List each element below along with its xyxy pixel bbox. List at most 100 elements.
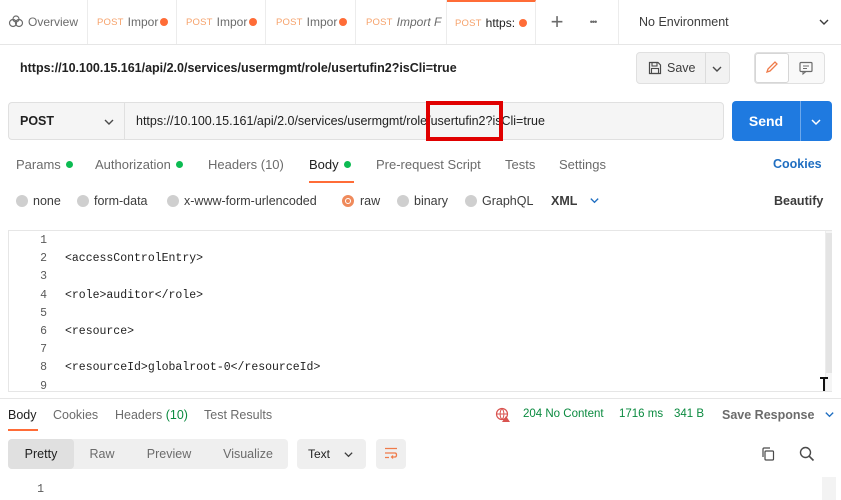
- line-number: 9: [40, 379, 47, 392]
- environment-selector[interactable]: No Environment: [618, 0, 841, 44]
- active-dot-icon: [65, 161, 73, 168]
- tab-method: POST: [276, 16, 303, 28]
- active-dot-icon: [175, 161, 183, 168]
- response-size[interactable]: 341 B: [674, 408, 704, 420]
- text-cursor-icon: [818, 377, 830, 391]
- tab-overview[interactable]: Overview: [0, 0, 88, 44]
- url-input[interactable]: https://10.100.15.161/api/2.0/services/u…: [124, 102, 724, 140]
- globe-warning-icon[interactable]: [495, 407, 511, 426]
- line-number: 7: [40, 343, 47, 357]
- radio-none[interactable]: [16, 195, 28, 207]
- copy-icon[interactable]: [760, 446, 776, 465]
- response-format-label: Text: [308, 447, 331, 461]
- response-tab-body[interactable]: Body: [8, 408, 37, 422]
- chevron-down-icon[interactable]: [711, 63, 723, 78]
- tab-label: Impor: [127, 15, 159, 29]
- view-pretty[interactable]: Pretty: [8, 439, 74, 469]
- headers-count: (10): [165, 408, 188, 422]
- response-time[interactable]: 1716 ms: [619, 408, 663, 420]
- status-code[interactable]: 204 No Content: [523, 408, 604, 420]
- radio-graphql-label: GraphQL: [482, 194, 534, 208]
- line-number: 8: [40, 361, 47, 375]
- tab-request-active[interactable]: POST https:: [447, 0, 536, 44]
- chevron-down-icon: [818, 16, 830, 31]
- tab-tests[interactable]: Tests: [505, 157, 535, 172]
- radio-form-data[interactable]: [77, 195, 89, 207]
- unsaved-dot-icon: [249, 18, 257, 26]
- tab-method: POST: [97, 16, 124, 28]
- edit-button[interactable]: [755, 53, 789, 83]
- chevron-down-icon: [589, 195, 600, 209]
- code-line[interactable]: <resourceId>globalroot-0</resourceId>: [65, 361, 320, 374]
- unsaved-dot-icon: [160, 18, 168, 26]
- save-response-button[interactable]: Save Response: [722, 408, 835, 423]
- response-tab-cookies[interactable]: Cookies: [53, 408, 98, 422]
- comment-icon[interactable]: [798, 60, 814, 79]
- radio-form-data-label: form-data: [94, 194, 148, 208]
- tab-headers[interactable]: Headers (10): [208, 157, 284, 172]
- tab-params[interactable]: Params: [16, 157, 73, 172]
- search-icon[interactable]: [799, 446, 815, 465]
- tab-request[interactable]: POST Impor: [88, 0, 177, 44]
- line-number: 5: [40, 306, 47, 320]
- tab-request[interactable]: POST Impor: [177, 0, 266, 44]
- view-preview[interactable]: Preview: [132, 439, 206, 469]
- editor-scrollbar-thumb[interactable]: [826, 233, 832, 373]
- chevron-down-icon[interactable]: [810, 115, 822, 131]
- chevron-down-icon: [824, 409, 835, 423]
- tab-request[interactable]: POST Impor: [266, 0, 356, 44]
- response-scrollbar[interactable]: [822, 477, 836, 500]
- code-line[interactable]: <accessControlEntry>: [65, 252, 203, 265]
- line-number: 4: [40, 288, 47, 302]
- beautify-link[interactable]: Beautify: [774, 194, 823, 208]
- tab-body[interactable]: Body: [309, 157, 351, 172]
- send-label: Send: [748, 113, 784, 129]
- body-editor[interactable]: 1 2 <accessControlEntry> 3 4 <role>auditor</r…: [8, 230, 832, 392]
- add-tab-button[interactable]: +: [546, 11, 568, 34]
- wrap-lines-button[interactable]: [376, 439, 406, 469]
- save-label: Save: [667, 61, 696, 75]
- tab-bar: Overview POST Impor POST Impor POST Impo…: [0, 0, 841, 45]
- view-raw[interactable]: Raw: [74, 439, 130, 469]
- radio-graphql[interactable]: [465, 195, 477, 207]
- tab-label: Import F: [396, 15, 442, 29]
- line-number: 2: [40, 252, 47, 266]
- tab-label: https:: [485, 16, 516, 30]
- tab-method: POST: [186, 16, 213, 28]
- wrap-lines-icon: [383, 445, 399, 464]
- save-response-label: Save Response: [722, 408, 815, 422]
- response-tab-test-results[interactable]: Test Results: [204, 408, 272, 422]
- divider: [0, 398, 841, 399]
- tab-label: Impor: [306, 15, 338, 29]
- response-view-selector: Pretty Raw Preview Visualize: [8, 439, 288, 469]
- format-label: XML: [551, 194, 578, 208]
- view-visualize[interactable]: Visualize: [208, 439, 288, 469]
- radio-binary-label: binary: [414, 194, 449, 208]
- active-tab-indicator: [309, 181, 354, 183]
- code-line[interactable]: <resource>: [65, 325, 134, 338]
- cookies-link[interactable]: Cookies: [773, 157, 822, 171]
- send-button[interactable]: Send: [732, 101, 832, 141]
- save-button[interactable]: Save: [636, 52, 730, 84]
- radio-urlencoded-label: x-www-form-urlencoded: [184, 194, 317, 208]
- response-format-selector[interactable]: Text: [297, 439, 366, 469]
- tab-label: Params: [16, 157, 61, 172]
- radio-urlencoded[interactable]: [167, 195, 179, 207]
- line-number: 6: [40, 325, 47, 338]
- line-number: 1: [40, 234, 47, 247]
- radio-raw[interactable]: [342, 195, 354, 207]
- code-line[interactable]: <role>auditor</role>: [65, 289, 203, 302]
- radio-binary[interactable]: [397, 195, 409, 207]
- more-tabs-button[interactable]: •••: [582, 14, 604, 30]
- method-selector[interactable]: POST: [8, 102, 124, 140]
- format-selector[interactable]: XML: [551, 194, 600, 209]
- radio-none-label: none: [33, 194, 61, 208]
- method-label: POST: [20, 114, 55, 128]
- response-tab-headers[interactable]: Headers (10): [115, 408, 188, 422]
- tab-authorization[interactable]: Authorization: [95, 157, 183, 172]
- tab-label: Impor: [216, 15, 248, 29]
- tab-settings[interactable]: Settings: [559, 157, 606, 172]
- tab-request[interactable]: POST Import F: [356, 0, 447, 44]
- tab-pre-request-script[interactable]: Pre-request Script: [376, 157, 481, 172]
- divider: [705, 53, 706, 83]
